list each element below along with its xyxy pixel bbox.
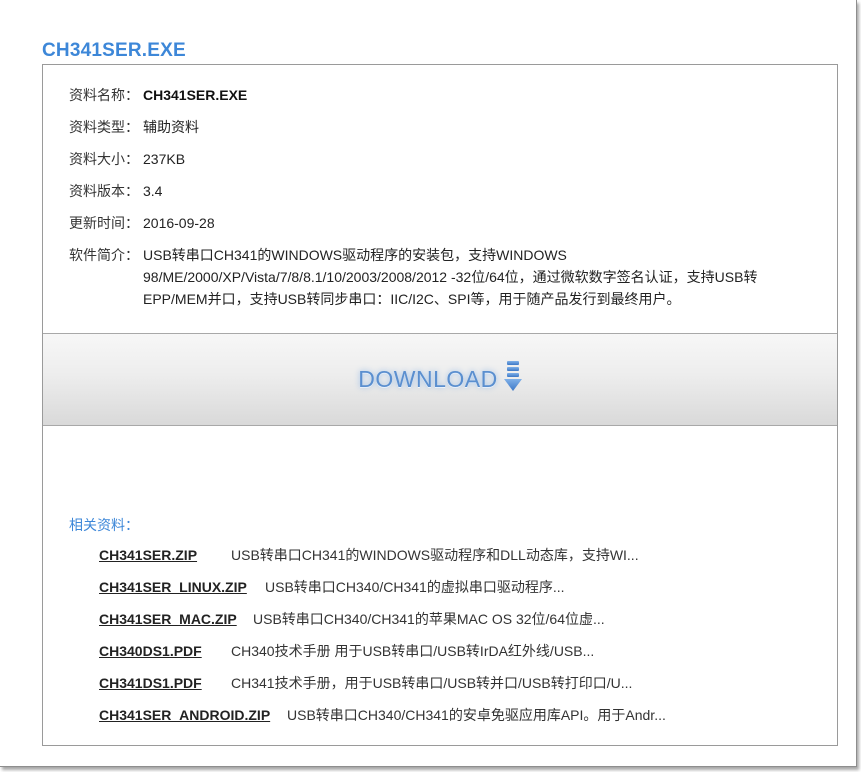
related-desc: CH341技术手册，用于USB转串口/USB转并口/USB转打印口/U... <box>231 675 633 691</box>
related-heading: 相关资料： <box>69 517 139 533</box>
info-row-type: 资料类型： 辅助资料 <box>69 117 809 149</box>
related-desc: USB转串口CH340/CH341的苹果MAC OS 32位/64位虚... <box>253 611 605 627</box>
updated-value: 2016-09-28 <box>143 215 215 231</box>
info-row-version: 资料版本： 3.4 <box>69 181 809 213</box>
page-frame: CH341SER.EXE 资料名称： CH341SER.EXE 资料类型： 辅助… <box>0 0 857 767</box>
list-item: CH341SER.ZIP USB转串口CH341的WINDOWS驱动程序和DLL… <box>99 545 819 577</box>
list-item: CH341SER_LINUX.ZIP USB转串口CH340/CH341的虚拟串… <box>99 577 819 609</box>
download-button[interactable]: DOWNLOAD <box>43 333 837 426</box>
resource-card: 资料名称： CH341SER.EXE 资料类型： 辅助资料 资料大小： 237K… <box>42 64 838 746</box>
type-value: 辅助资料 <box>143 119 199 135</box>
description-value: USB转串口CH341的WINDOWS驱动程序的安装包，支持WINDOWS 98… <box>143 247 758 307</box>
related-link[interactable]: CH341DS1.PDF <box>99 673 231 705</box>
name-label: 资料名称： <box>69 87 139 103</box>
related-link[interactable]: CH341SER.ZIP <box>99 545 231 577</box>
description-label: 软件简介： <box>69 247 139 263</box>
type-label: 资料类型： <box>69 119 139 135</box>
related-desc: CH340技术手册 用于USB转串口/USB转IrDA红外线/USB... <box>231 643 595 659</box>
version-value: 3.4 <box>143 183 163 199</box>
related-link[interactable]: CH341SER_LINUX.ZIP <box>99 577 265 609</box>
info-row-name: 资料名称： CH341SER.EXE <box>69 85 809 117</box>
related-list: CH341SER.ZIP USB转串口CH341的WINDOWS驱动程序和DLL… <box>99 545 819 737</box>
size-value: 237KB <box>143 151 186 167</box>
download-label: DOWNLOAD <box>358 366 498 392</box>
related-desc: USB转串口CH340/CH341的虚拟串口驱动程序... <box>265 579 565 595</box>
list-item: CH341SER_MAC.ZIP USB转串口CH340/CH341的苹果MAC… <box>99 609 819 641</box>
name-value: CH341SER.EXE <box>143 87 248 103</box>
list-item: CH341SER_ANDROID.ZIP USB转串口CH340/CH341的安… <box>99 705 819 737</box>
related-desc: USB转串口CH340/CH341的安卓免驱应用库API。用于Andr... <box>287 707 666 723</box>
updated-label: 更新时间： <box>69 215 139 231</box>
size-label: 资料大小： <box>69 151 139 167</box>
page-title: CH341SER.EXE <box>42 40 186 61</box>
info-row-size: 资料大小： 237KB <box>69 149 809 181</box>
list-item: CH341DS1.PDF CH341技术手册，用于USB转串口/USB转并口/U… <box>99 673 819 705</box>
info-row-updated: 更新时间： 2016-09-28 <box>69 213 809 245</box>
version-label: 资料版本： <box>69 183 139 199</box>
resource-info: 资料名称： CH341SER.EXE 资料类型： 辅助资料 资料大小： 237K… <box>69 85 809 310</box>
related-link[interactable]: CH340DS1.PDF <box>99 641 231 673</box>
download-arrow-icon <box>503 361 522 398</box>
list-item: CH340DS1.PDF CH340技术手册 用于USB转串口/USB转IrDA… <box>99 641 819 673</box>
related-link[interactable]: CH341SER_MAC.ZIP <box>99 609 253 641</box>
info-row-description: 软件简介： USB转串口CH341的WINDOWS驱动程序的安装包，支持WIND… <box>69 244 809 310</box>
related-link[interactable]: CH341SER_ANDROID.ZIP <box>99 705 287 737</box>
related-desc: USB转串口CH341的WINDOWS驱动程序和DLL动态库，支持WI... <box>231 547 639 563</box>
